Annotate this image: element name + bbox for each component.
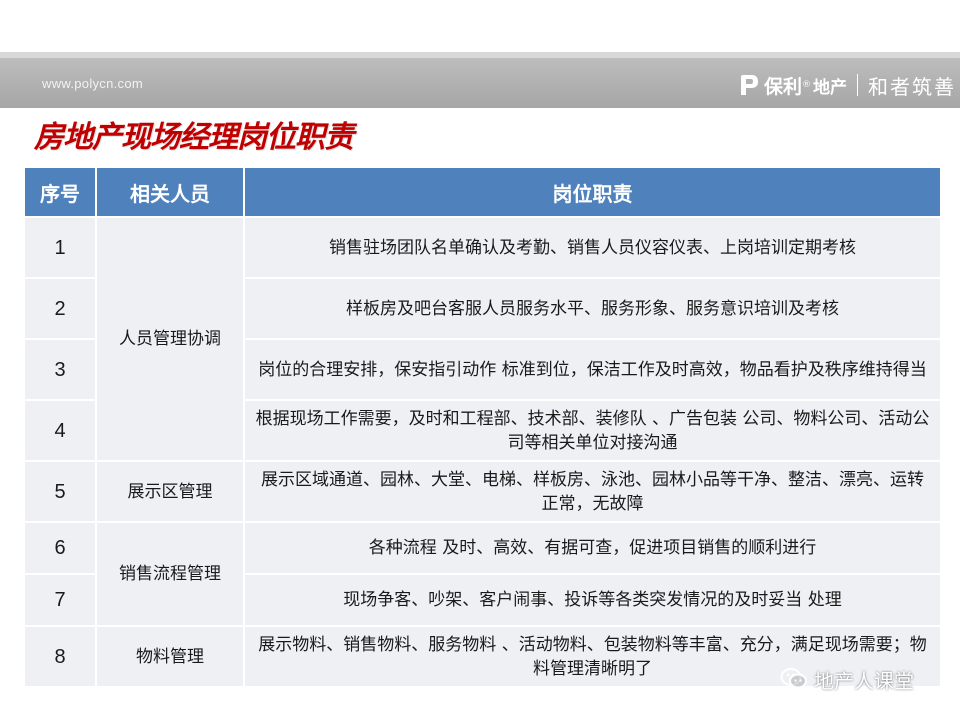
row-number: 5 (23, 460, 97, 523)
duty-cell: 展示区域通道、园林、大堂、电梯、样板房、泳池、园林小品等干净、整洁、漂亮、运转正… (243, 460, 942, 523)
duty-cell: 岗位的合理安排，保安指引动作 标准到位，保洁工作及时高效，物品看护及秩序维持得当 (243, 338, 942, 401)
wechat-watermark: 地产人课堂 (780, 664, 914, 694)
row-number: 3 (23, 338, 97, 401)
table-row: 6 销售流程管理 各种流程 及时、高效、有据可查，促进项目销售的顺利进行 (23, 521, 942, 627)
duty-cell: 各种流程 及时、高效、有据可查，促进项目销售的顺利进行 (243, 521, 942, 575)
row-number: 6 (23, 521, 97, 575)
duty-cell: 现场争客、吵架、客户闹事、投诉等各类突发情况的及时妥当 处理 (243, 573, 942, 627)
brand-slogan: 和者筑善 (868, 74, 957, 99)
group-cell: 销售流程管理 (95, 521, 245, 627)
page-title: 房地产现场经理岗位职责 (34, 120, 354, 155)
brand-name: 保利 (764, 75, 803, 98)
table-header-row: 序号 相关人员 岗位职责 (23, 166, 942, 218)
group-cell: 人员管理协调 (95, 216, 245, 462)
column-header-number: 序号 (23, 166, 97, 218)
duty-cell: 销售驻场团队名单确认及考勤、销售人员仪容仪表、上岗培训定期考核 (243, 216, 942, 279)
row-number: 4 (23, 399, 97, 462)
row-number: 2 (23, 277, 97, 340)
brand-logo: 保利 ® 地产 和者筑善 (738, 70, 956, 100)
duty-cell: 根据现场工作需要，及时和工程部、技术部、装修队 、广告包装 公司、物料公司、活动… (243, 399, 942, 462)
poly-logo-icon (741, 75, 758, 95)
group-cell: 物料管理 (95, 625, 245, 688)
brand-separator (857, 74, 859, 96)
brand-sub: 地产 (813, 77, 848, 98)
group-cell: 展示区管理 (95, 460, 245, 523)
wechat-icon (780, 668, 807, 689)
table-row: 1 人员管理协调 销售驻场团队名单确认及考勤、销售人员仪容仪表、上岗培训定期考核 (23, 216, 942, 462)
column-header-duties: 岗位职责 (243, 166, 942, 218)
website-url: www.polycn.com (42, 76, 144, 91)
row-number: 1 (23, 216, 97, 279)
duties-table: 序号 相关人员 岗位职责 1 人员管理协调 销售驻场团队名单确认及考勤、销售人员… (23, 166, 942, 688)
table-row: 5 展示区管理 展示区域通道、园林、大堂、电梯、样板房、泳池、园林小品等干净、整… (23, 460, 942, 523)
row-number: 8 (23, 625, 97, 688)
row-number: 7 (23, 573, 97, 627)
column-header-personnel: 相关人员 (95, 166, 245, 218)
brand-registered-mark: ® (802, 80, 812, 90)
duty-cell: 样板房及吧台客服人员服务水平、服务形象、服务意识培训及考核 (243, 277, 942, 340)
watermark-text: 地产人课堂 (814, 668, 914, 693)
